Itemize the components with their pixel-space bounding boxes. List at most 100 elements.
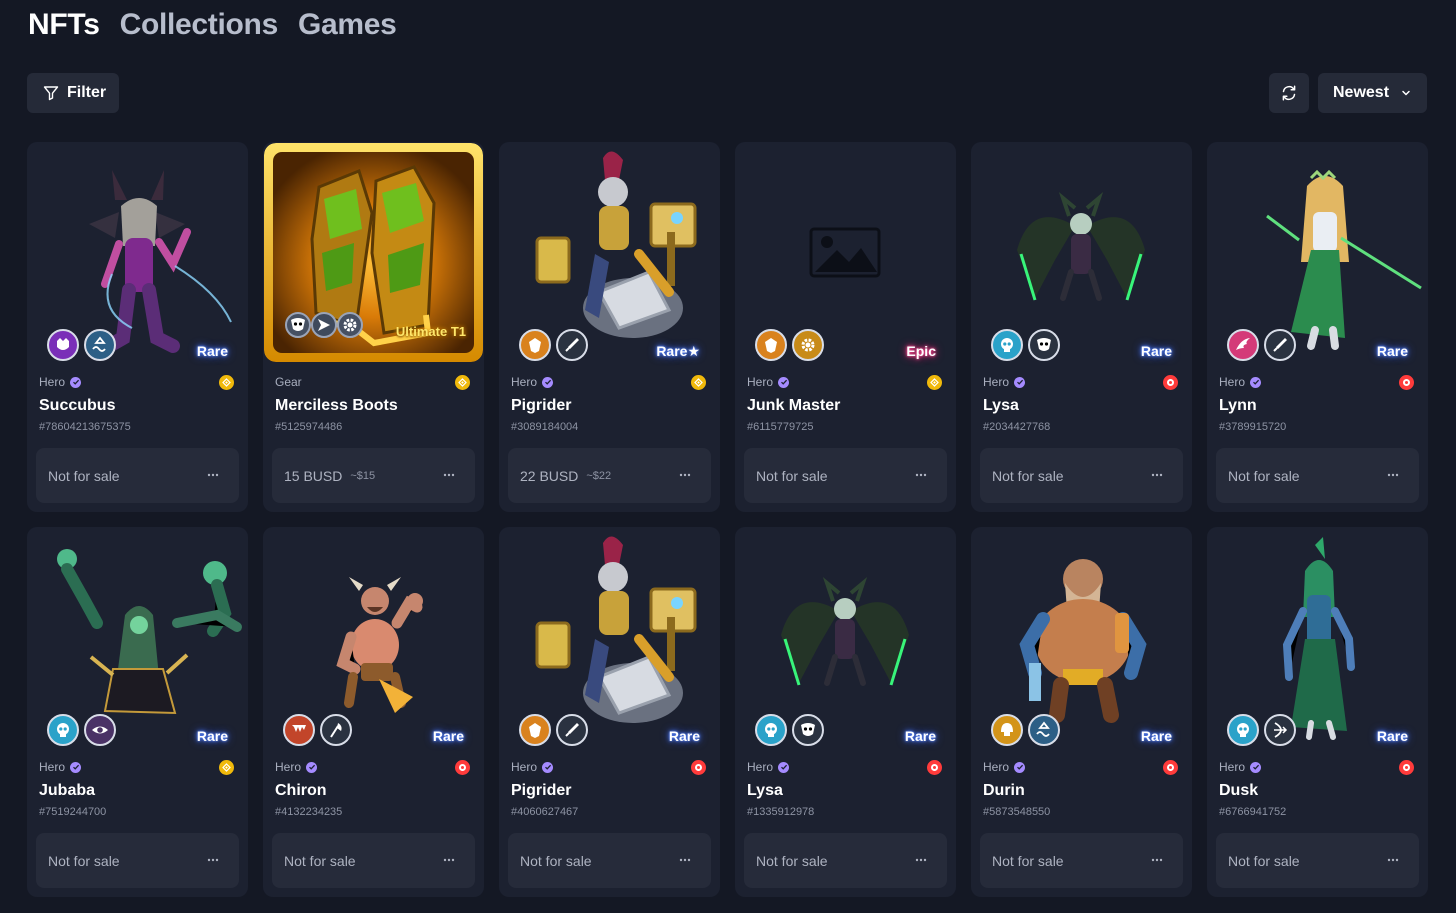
verified-check-icon [70,761,82,773]
axe-icon [320,714,352,746]
price-box[interactable]: 22 BUSD ~$22 [508,448,711,503]
sword-icon [556,714,588,746]
nft-card[interactable]: Rare★ Hero Pigrider #3089184004 22 BUSD ~$22 [499,142,720,512]
rarity-label: Rare [904,728,936,744]
verified-check-icon [542,761,554,773]
bnb-chain-icon [219,760,234,775]
nft-type: Hero [39,375,66,389]
verified-check-icon [306,761,318,773]
price-box[interactable]: Not for sale [744,448,947,503]
nft-card[interactable]: Rare Hero Lynn #3789915720 Not for sale [1207,142,1428,512]
tab-nfts[interactable]: NFTs [28,8,100,42]
more-options-icon[interactable] [679,853,691,863]
mask-icon [1028,329,1060,361]
crest-icon [519,714,551,746]
token-id: #4060627467 [511,806,579,818]
more-options-icon[interactable] [443,468,455,478]
wave-icon [1028,714,1060,746]
price-box[interactable]: Not for sale [744,833,947,888]
price-box[interactable]: Not for sale [36,448,239,503]
eye-icon [84,714,116,746]
card-meta: Hero [983,760,1180,778]
nft-name: Merciless Boots [275,397,398,414]
nft-type: Hero [511,375,538,389]
mask-icon [792,714,824,746]
skull-icon [1227,714,1259,746]
more-options-icon[interactable] [1151,853,1163,863]
more-options-icon[interactable] [679,468,691,478]
filter-button[interactable]: Filter [27,73,119,113]
token-id: #6766941752 [1219,806,1287,818]
price-box[interactable]: Not for sale [508,833,711,888]
nft-card[interactable]: Rare Hero Durin #5873548550 Not for sale [971,527,1192,897]
rarity-label: Rare [1376,343,1408,359]
helmet-icon [991,714,1023,746]
rarity-label: Rare [1376,728,1408,744]
price-label: Not for sale [992,852,1064,869]
bnb-chain-icon [927,375,942,390]
more-options-icon[interactable] [915,853,927,863]
more-options-icon[interactable] [1387,853,1399,863]
nft-card[interactable]: Rare Hero Succubus #78604213675375 Not for s… [27,142,248,512]
more-options-icon[interactable] [207,468,219,478]
chain-icon [1163,760,1178,775]
skill-badges [755,714,824,746]
more-options-icon[interactable] [1151,468,1163,478]
token-id: #1335912978 [747,806,815,818]
nft-type-row: Hero [747,760,944,774]
bnb-chain-icon [219,375,234,390]
tab-collections[interactable]: Collections [120,8,279,42]
refresh-button[interactable] [1269,73,1309,113]
verified-check-icon [1250,761,1262,773]
nft-type-row: Hero [1219,760,1416,774]
nft-card[interactable]: Rare Hero Jubaba #7519244700 Not for sale [27,527,248,897]
crest-icon [519,329,551,361]
tab-games[interactable]: Games [298,8,397,42]
price-box[interactable]: Not for sale [980,833,1183,888]
refresh-icon [1282,85,1296,101]
price-box[interactable]: Not for sale [980,448,1183,503]
verified-check-icon [1250,376,1262,388]
wing-icon [1227,329,1259,361]
verified-check-icon [1014,761,1026,773]
nft-card[interactable]: Rare Hero Pigrider #4060627467 Not for sale [499,527,720,897]
nft-name: Jubaba [39,782,96,799]
price-box[interactable]: Not for sale [272,833,475,888]
price-box[interactable]: Not for sale [1216,448,1419,503]
skill-badges [519,329,588,361]
card-meta: Hero [511,760,708,778]
more-options-icon[interactable] [1387,468,1399,478]
nft-card[interactable]: Rare Hero Lysa #1335912978 Not for sale [735,527,956,897]
rarity-label: Rare★ [656,343,700,359]
price-box[interactable]: 15 BUSD ~$15 [272,448,475,503]
nft-name: Pigrider [511,397,572,414]
gear-icon [337,312,363,338]
price-box[interactable]: Not for sale [36,833,239,888]
nft-type: Hero [747,375,774,389]
nft-name: Lynn [1219,397,1257,414]
skull-icon [755,714,787,746]
nft-card[interactable]: Epic Hero Junk Master #6115779725 Not for sa… [735,142,956,512]
more-options-icon[interactable] [915,468,927,478]
nft-name: Pigrider [511,782,572,799]
more-options-icon[interactable] [207,853,219,863]
price-label: Not for sale [756,467,828,484]
token-id: #78604213675375 [39,421,131,433]
nft-card[interactable]: Ultimate T1 Gear Merciless Boots #512597448… [263,142,484,512]
chain-icon [691,760,706,775]
nft-card[interactable]: Rare Hero Dusk #6766941752 Not for sale [1207,527,1428,897]
nft-type-row: Hero [1219,375,1416,389]
skill-badges [755,329,824,361]
price-box[interactable]: Not for sale [1216,833,1419,888]
card-meta: Hero [1219,375,1416,393]
rarity-label: Rare [1140,728,1172,744]
price-label: Not for sale [520,852,592,869]
nft-card[interactable]: Rare Hero Lysa #2034427768 Not for sale [971,142,1192,512]
rarity-label: Rare [1140,343,1172,359]
skill-badges [285,312,363,338]
skill-badges [47,329,116,361]
nft-card[interactable]: Rare Hero Chiron #4132234235 Not for sale [263,527,484,897]
crest-icon [755,329,787,361]
sort-dropdown[interactable]: Newest [1318,73,1427,113]
more-options-icon[interactable] [443,853,455,863]
